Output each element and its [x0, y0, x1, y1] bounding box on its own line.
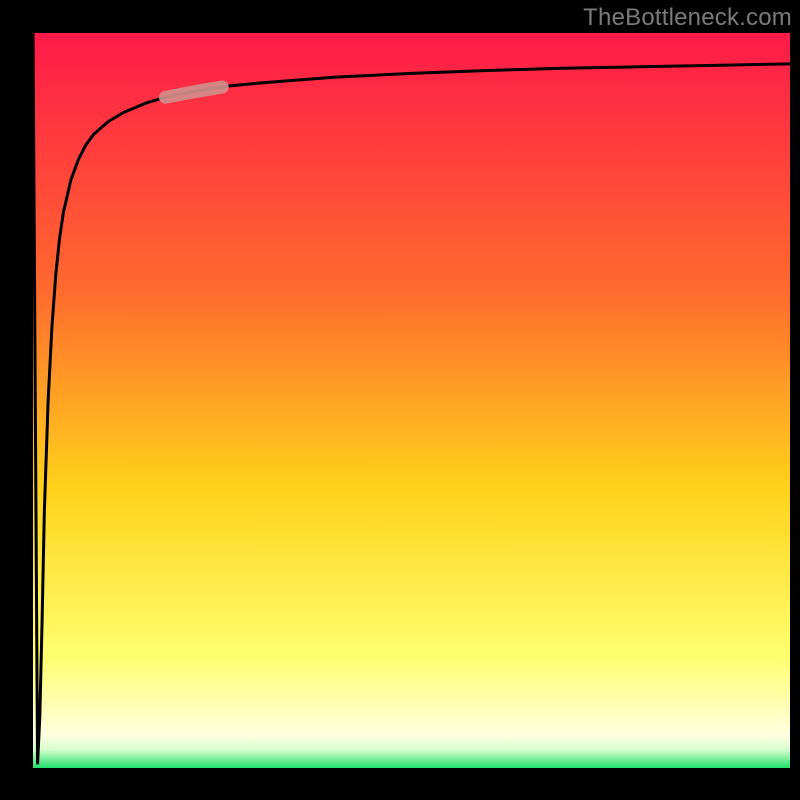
watermark-text: TheBottleneck.com	[583, 4, 792, 32]
chart-container: TheBottleneck.com	[0, 0, 800, 800]
frame-right	[790, 0, 800, 800]
frame-bottom	[0, 768, 800, 800]
frame-left	[0, 0, 33, 800]
chart-svg	[0, 0, 800, 800]
plot-background-inner	[33, 33, 790, 768]
